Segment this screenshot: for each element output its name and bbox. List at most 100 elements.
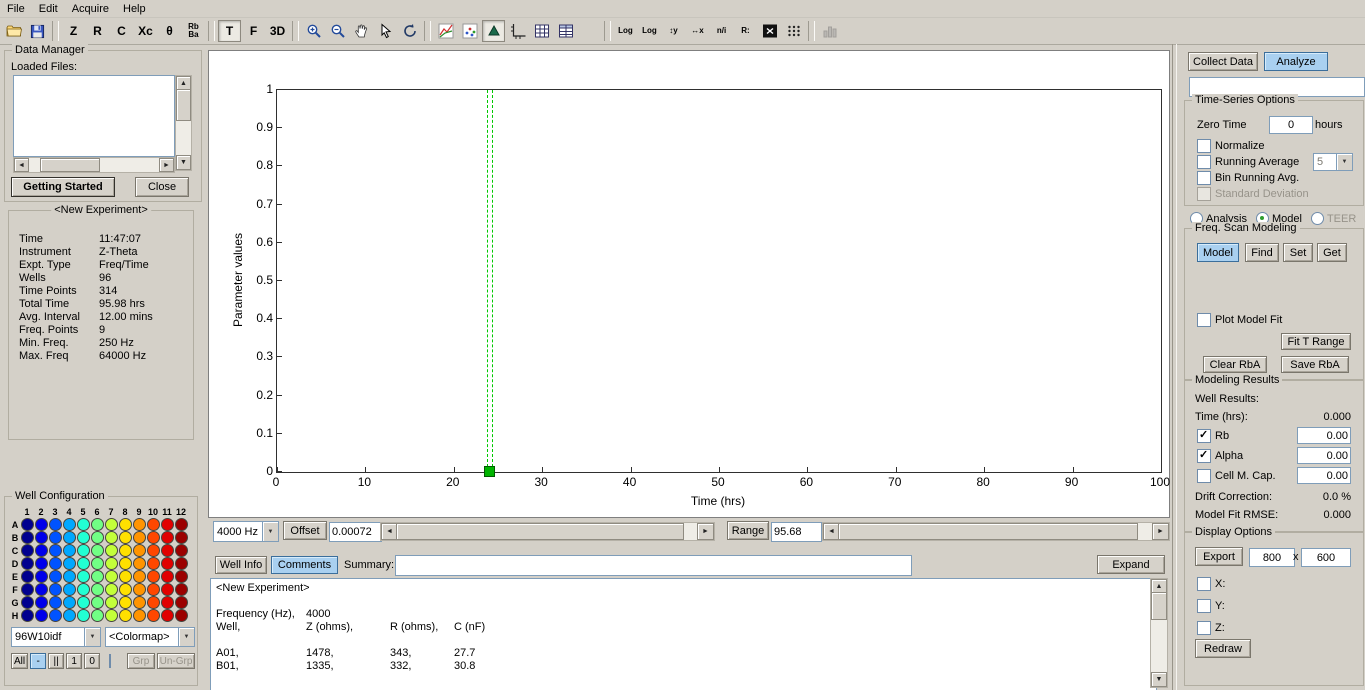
alpha-checkbox-box[interactable]: [1197, 449, 1211, 463]
marker-tool-button[interactable]: [482, 20, 505, 42]
offset-scroll-thumb[interactable]: [396, 523, 684, 540]
plot-model-fit-checkbox[interactable]: Plot Model Fit: [1197, 313, 1282, 327]
well-info-button[interactable]: Well Info: [215, 556, 267, 574]
zoom-in-button[interactable]: [302, 20, 325, 42]
well-F3[interactable]: [49, 583, 62, 596]
well-C10[interactable]: [147, 544, 160, 557]
rb-checkbox[interactable]: Rb: [1197, 429, 1229, 443]
well-B5[interactable]: [77, 531, 90, 544]
well-H7[interactable]: [105, 609, 118, 622]
well-A4[interactable]: [63, 518, 76, 531]
well-E10[interactable]: [147, 570, 160, 583]
rb-value-field[interactable]: [1297, 427, 1351, 444]
well-G10[interactable]: [147, 596, 160, 609]
well-H6[interactable]: [91, 609, 104, 622]
comments-button[interactable]: Comments: [271, 556, 338, 574]
well-E12[interactable]: [175, 570, 188, 583]
well-E3[interactable]: [49, 570, 62, 583]
rotate-button[interactable]: [398, 20, 421, 42]
scroll-down-arrow-icon[interactable]: ▼: [1151, 672, 1167, 687]
range-scrollbar[interactable]: ◄ ►: [822, 522, 1170, 541]
well-B10[interactable]: [147, 531, 160, 544]
well-A9[interactable]: [133, 518, 146, 531]
well-D3[interactable]: [49, 557, 62, 570]
well-B3[interactable]: [49, 531, 62, 544]
well-E6[interactable]: [91, 570, 104, 583]
well-A11[interactable]: [161, 518, 174, 531]
export-width-field[interactable]: [1249, 548, 1295, 567]
cell-m-cap-checkbox-box[interactable]: [1197, 469, 1211, 483]
well-F12[interactable]: [175, 583, 188, 596]
well-D12[interactable]: [175, 557, 188, 570]
well-D8[interactable]: [119, 557, 132, 570]
well-A8[interactable]: [119, 518, 132, 531]
offset-button[interactable]: Offset: [283, 521, 327, 540]
expand-button[interactable]: Expand: [1097, 555, 1165, 574]
well-D6[interactable]: [91, 557, 104, 570]
log-x-button[interactable]: Log: [638, 20, 661, 42]
axis-scale-button[interactable]: [506, 20, 529, 42]
well-H1[interactable]: [21, 609, 34, 622]
running-average-select[interactable]: 5 ▼: [1313, 153, 1353, 171]
well-F2[interactable]: [35, 583, 48, 596]
range-value-field[interactable]: [771, 522, 822, 542]
well-H8[interactable]: [119, 609, 132, 622]
scroll-right-arrow-icon[interactable]: ►: [697, 523, 714, 540]
well-C3[interactable]: [49, 544, 62, 557]
well-C2[interactable]: [35, 544, 48, 557]
well-H3[interactable]: [49, 609, 62, 622]
well-G8[interactable]: [119, 596, 132, 609]
range-scroll-thumb[interactable]: [838, 523, 1138, 540]
capacitance-c-button[interactable]: C: [110, 20, 133, 42]
well-D4[interactable]: [63, 557, 76, 570]
well-D7[interactable]: [105, 557, 118, 570]
well-H2[interactable]: [35, 609, 48, 622]
well-D2[interactable]: [35, 557, 48, 570]
x-axis-checkbox-box[interactable]: [1197, 577, 1211, 591]
offset-scrollbar[interactable]: ◄ ►: [380, 522, 715, 541]
summary-input[interactable]: [395, 555, 912, 576]
alpha-checkbox[interactable]: Alpha: [1197, 449, 1243, 463]
x-axis-scale-button[interactable]: ↔x: [686, 20, 709, 42]
scroll-right-arrow-icon[interactable]: ►: [1152, 523, 1169, 540]
well-A1[interactable]: [21, 518, 34, 531]
well-E11[interactable]: [161, 570, 174, 583]
export-height-field[interactable]: [1301, 548, 1351, 567]
well-matrix-button[interactable]: [782, 20, 805, 42]
well-D5[interactable]: [77, 557, 90, 570]
well-G2[interactable]: [35, 596, 48, 609]
well-F4[interactable]: [63, 583, 76, 596]
well-B2[interactable]: [35, 531, 48, 544]
find-button[interactable]: Find: [1245, 243, 1279, 262]
well-E9[interactable]: [133, 570, 146, 583]
well-H11[interactable]: [161, 609, 174, 622]
well-C7[interactable]: [105, 544, 118, 557]
data-cursor-button[interactable]: [374, 20, 397, 42]
well-H12[interactable]: [175, 609, 188, 622]
threed-mode-button[interactable]: 3D: [266, 20, 289, 42]
chevron-down-icon[interactable]: ▼: [262, 522, 278, 541]
well-C12[interactable]: [175, 544, 188, 557]
clear-rba-button[interactable]: Clear RbA: [1203, 356, 1267, 373]
well-H10[interactable]: [147, 609, 160, 622]
well-B9[interactable]: [133, 531, 146, 544]
well-A7[interactable]: [105, 518, 118, 531]
well-B11[interactable]: [161, 531, 174, 544]
well-A6[interactable]: [91, 518, 104, 531]
offset-value-field[interactable]: [329, 522, 382, 542]
well-C1[interactable]: [21, 544, 34, 557]
save-button[interactable]: [26, 20, 49, 42]
save-rba-button[interactable]: Save RbA: [1281, 356, 1349, 373]
collect-data-button[interactable]: Collect Data: [1188, 52, 1258, 71]
zero-button[interactable]: 0: [84, 653, 100, 669]
well-B12[interactable]: [175, 531, 188, 544]
well-F6[interactable]: [91, 583, 104, 596]
well-E1[interactable]: [21, 570, 34, 583]
range-button[interactable]: Range: [727, 521, 769, 540]
y-axis-scale-button[interactable]: ↕y: [662, 20, 685, 42]
well-B4[interactable]: [63, 531, 76, 544]
scroll-left-arrow-icon[interactable]: ◄: [14, 158, 29, 172]
well-group-checkbox[interactable]: [109, 654, 111, 668]
well-G3[interactable]: [49, 596, 62, 609]
well-C8[interactable]: [119, 544, 132, 557]
